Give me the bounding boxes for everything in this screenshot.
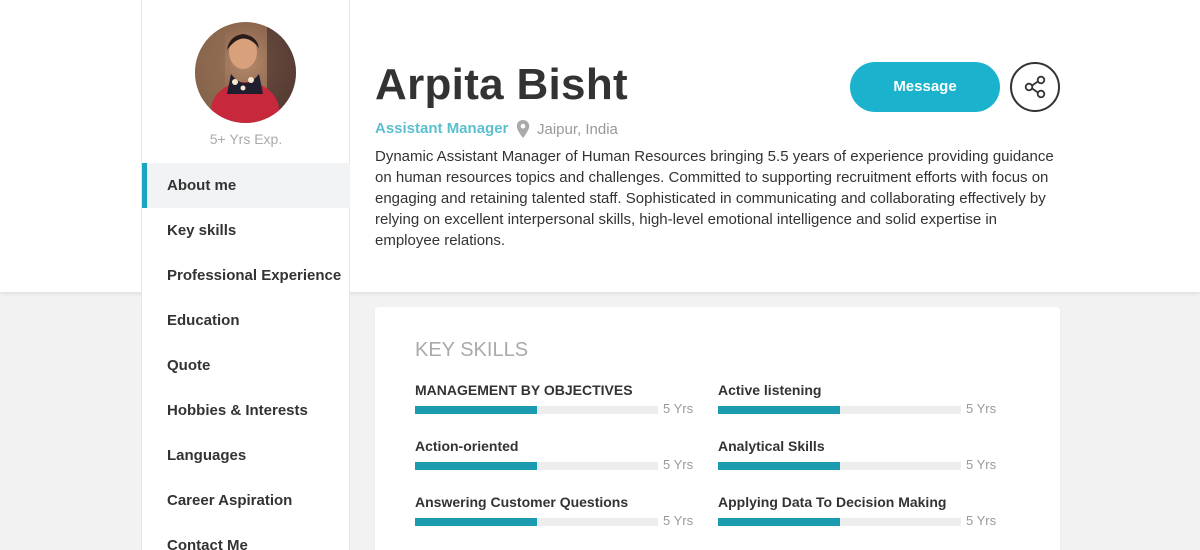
nav-item-key-skills[interactable]: Key skills (142, 208, 350, 253)
nav-item-contact-me[interactable]: Contact Me (142, 523, 350, 550)
skill-bar (718, 518, 961, 526)
skill-name: Analytical Skills (718, 438, 825, 454)
skill-bar-fill (718, 462, 840, 470)
sidebar: 5+ Yrs Exp. About me Key skills Professi… (141, 0, 350, 550)
skill-bar-fill (415, 406, 537, 414)
share-icon (1024, 75, 1046, 99)
skill-bar-fill (415, 518, 537, 526)
share-button[interactable] (1010, 62, 1060, 112)
skill-years: 5 Yrs (663, 513, 694, 528)
profile-bio: Dynamic Assistant Manager of Human Resou… (375, 148, 1054, 249)
skill-years: 5 Yrs (966, 401, 997, 416)
skill-item: Analytical Skills 5 Yrs (718, 438, 998, 483)
skill-name: Applying Data To Decision Making (718, 494, 947, 510)
skill-item: Answering Customer Questions 5 Yrs (415, 494, 695, 539)
nav-item-quote[interactable]: Quote (142, 343, 350, 388)
profile-role: Assistant Manager (375, 120, 509, 137)
skill-years: 5 Yrs (663, 401, 694, 416)
experience-label: 5+ Yrs Exp. (209, 131, 283, 147)
nav-item-education[interactable]: Education (142, 298, 350, 343)
skill-bar (415, 406, 658, 414)
key-skills-title: KEY SKILLS (415, 339, 529, 361)
skill-item: MANAGEMENT BY OBJECTIVES 5 Yrs (415, 382, 695, 427)
skill-item: Action-oriented 5 Yrs (415, 438, 695, 483)
skill-bar-fill (718, 406, 840, 414)
nav-item-about-me[interactable]: About me (142, 163, 350, 208)
skill-name: MANAGEMENT BY OBJECTIVES (415, 382, 633, 398)
avatar-photo (195, 22, 296, 123)
skill-years: 5 Yrs (966, 457, 997, 472)
skill-name: Action-oriented (415, 438, 519, 454)
skill-item: Applying Data To Decision Making 5 Yrs (718, 494, 998, 539)
skill-name: Active listening (718, 382, 822, 398)
skill-bar (718, 462, 961, 470)
skill-bar (415, 518, 658, 526)
skill-years: 5 Yrs (663, 457, 694, 472)
skill-bar-fill (718, 518, 840, 526)
profile-location: Jaipur, India (537, 121, 618, 138)
skill-bar (415, 462, 658, 470)
avatar (195, 22, 296, 123)
nav-item-professional-experience[interactable]: Professional Experience (142, 253, 350, 298)
skill-bar (718, 406, 961, 414)
skill-years: 5 Yrs (966, 513, 997, 528)
nav-item-languages[interactable]: Languages (142, 433, 350, 478)
skill-bar-fill (415, 462, 537, 470)
map-pin-icon (516, 120, 530, 138)
skill-item: Active listening 5 Yrs (718, 382, 998, 427)
nav-item-hobbies-interests[interactable]: Hobbies & Interests (142, 388, 350, 433)
profile-name: Arpita Bisht (375, 60, 628, 109)
profile-nav: About me Key skills Professional Experie… (142, 163, 350, 550)
nav-item-career-aspiration[interactable]: Career Aspiration (142, 478, 350, 523)
skill-name: Answering Customer Questions (415, 494, 629, 510)
message-button[interactable]: Message (850, 62, 1000, 112)
key-skills-card: KEY SKILLS MANAGEMENT BY OBJECTIVES 5 Yr… (375, 307, 1060, 550)
